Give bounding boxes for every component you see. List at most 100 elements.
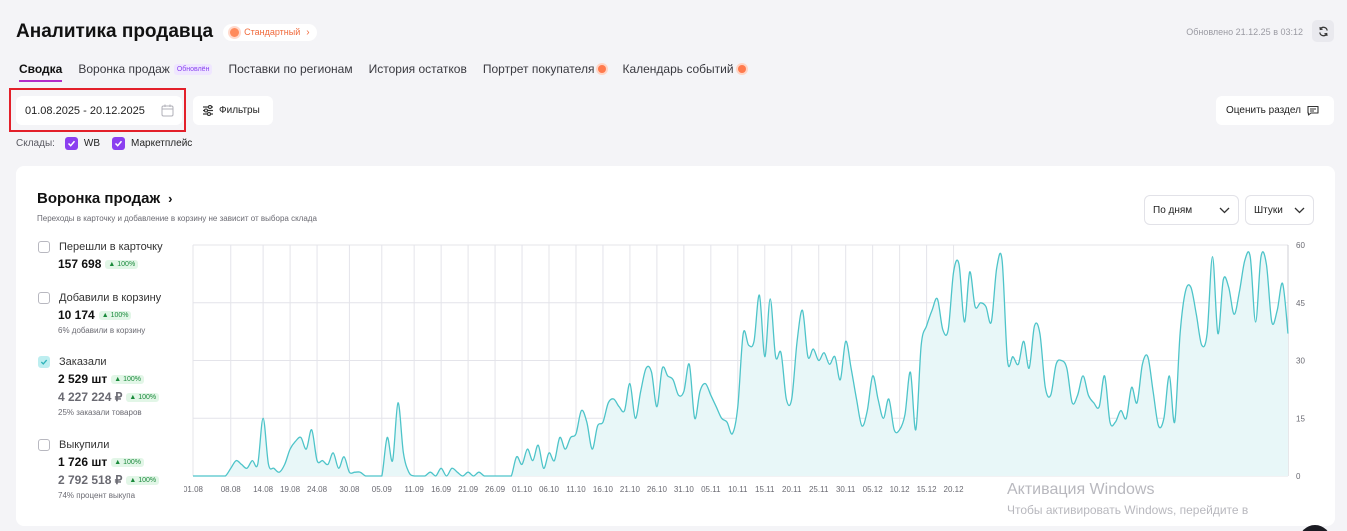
tab-label: Календарь событий	[622, 62, 734, 76]
tier-label: Стандартный	[244, 27, 301, 37]
y-tick-label: 45	[1296, 299, 1305, 308]
x-tick-label: 26.10	[647, 485, 668, 494]
card-title[interactable]: Воронка продаж ›	[37, 190, 172, 207]
check-icon	[67, 140, 75, 147]
rate-section-button[interactable]: Оценить раздел	[1216, 96, 1334, 125]
x-tick-label: 20.12	[944, 485, 965, 494]
metric-label: Выкупили	[59, 439, 110, 451]
section-tabs: Сводка Воронка продаж Обновлён Поставки …	[19, 58, 762, 82]
x-tick-label: 25.11	[809, 485, 829, 494]
tier-badge[interactable]: Стандартный ›	[223, 23, 317, 41]
change-value: 100%	[138, 476, 157, 484]
x-tick-label: 06.10	[539, 485, 560, 494]
x-tick-label: 15.12	[917, 485, 938, 494]
orders-chart: 0 15 30 45 60 01.08 08.08 14.08 19.08 24.08 30.08 0…	[184, 241, 1305, 494]
units-select[interactable]: Штуки	[1245, 195, 1314, 225]
x-tick-label: 05.11	[701, 485, 721, 494]
watermark-subtitle: Чтобы активировать Windows, перейдите в	[1007, 503, 1249, 517]
y-tick-label: 60	[1296, 241, 1305, 250]
metric-label: Заказали	[59, 356, 107, 368]
x-tick-label: 21.09	[458, 485, 479, 494]
change-badge: ▲ 100%	[111, 374, 145, 384]
tab-sales-funnel[interactable]: Воронка продаж Обновлён	[78, 58, 213, 80]
metric-checkbox[interactable]	[38, 241, 50, 253]
x-tick-label: 11.09	[404, 485, 424, 494]
new-dot-icon	[737, 65, 746, 73]
metric-note: 74% процент выкупа	[58, 491, 136, 500]
x-tick-label: 21.10	[620, 485, 641, 494]
change-value: 100%	[117, 260, 136, 268]
metric-checkbox[interactable]	[38, 439, 50, 451]
x-tick-label: 15.11	[755, 485, 775, 494]
x-tick-label: 05.12	[863, 485, 884, 494]
metric-checkbox[interactable]	[38, 292, 50, 304]
tab-label: Портрет покупателя	[482, 62, 595, 76]
warehouse-marketplace-checkbox[interactable]	[112, 137, 126, 150]
card-title-text: Воронка продаж	[37, 190, 161, 207]
feedback-icon	[1307, 105, 1319, 116]
metric-value-rub: 2 792 518 ₽	[58, 473, 123, 487]
filters-button[interactable]: Фильтры	[193, 96, 273, 125]
watermark-title: Активация Windows	[1007, 481, 1155, 498]
card-subtitle: Переходы в карточку и добавление в корзи…	[37, 214, 317, 223]
metric-purchased: Выкупили 1 726 шт ▲ 100% 2 792 518 ₽ ▲ 100…	[38, 439, 160, 500]
x-tick-label: 20.11	[782, 485, 802, 494]
date-range-input[interactable]: 01.08.2025 - 20.12.2025	[16, 96, 182, 125]
metric-add-to-cart: Добавили в корзину 10 174 ▲ 100% 6% добав…	[38, 292, 161, 335]
chevron-right-icon: ›	[306, 26, 310, 38]
y-tick-label: 0	[1296, 472, 1301, 481]
metric-card-views: Перешли в карточку 157 698 ▲ 100%	[38, 241, 163, 271]
filters-label: Фильтры	[219, 105, 260, 116]
warehouse-wb-label: WB	[83, 138, 101, 149]
metric-value: 10 174	[58, 308, 95, 322]
x-tick-label: 16.10	[593, 485, 614, 494]
filters-icon	[203, 105, 213, 116]
metric-value: 157 698	[58, 257, 102, 271]
metric-value-rub: 4 227 224 ₽	[58, 390, 123, 404]
tab-summary[interactable]: Сводка	[19, 58, 63, 82]
warehouse-wb-checkbox[interactable]	[64, 137, 78, 150]
x-tick-label: 11.10	[566, 485, 586, 494]
x-tick-label: 01.10	[512, 485, 533, 494]
x-tick-label: 05.09	[372, 485, 393, 494]
period-select[interactable]: По дням	[1144, 195, 1239, 225]
change-badge: ▲ 100%	[111, 457, 145, 467]
metric-note: 25% заказали товаров	[58, 408, 142, 417]
tab-buyer-portrait[interactable]: Портрет покупателя	[483, 58, 607, 80]
tab-regional-supplies[interactable]: Поставки по регионам	[228, 58, 352, 80]
sales-funnel-card: Воронка продаж › Переходы в карточку и д…	[16, 166, 1335, 526]
updated-timestamp: Обновлено 21.12.25 в 03:12	[1186, 27, 1303, 37]
period-select-value: По дням	[1153, 204, 1193, 216]
tab-stock-history[interactable]: История остатков	[369, 58, 467, 80]
rate-label: Оценить раздел	[1226, 105, 1301, 116]
tab-label: История остатков	[368, 62, 467, 76]
tab-events-calendar[interactable]: Календарь событий	[622, 58, 746, 80]
tab-label: Поставки по регионам	[228, 62, 353, 76]
change-value: 100%	[123, 458, 142, 466]
metric-value: 2 529 шт	[58, 372, 108, 386]
change-badge: ▲ 100%	[105, 259, 139, 269]
windows-activation-watermark: Активация Windows Чтобы активировать Win…	[1007, 481, 1248, 517]
x-tick-label: 31.10	[674, 485, 695, 494]
x-tick-label: 24.08	[307, 485, 328, 494]
units-select-value: Штуки	[1254, 204, 1283, 216]
x-tick-label: 26.09	[485, 485, 506, 494]
new-dot-icon	[598, 65, 607, 73]
warehouse-marketplace-label: Маркетплейс	[131, 138, 193, 149]
date-range-value: 01.08.2025 - 20.12.2025	[25, 104, 145, 117]
metric-checkbox[interactable]	[38, 356, 50, 368]
tier-dot-icon	[230, 27, 240, 37]
chevron-down-icon	[1219, 207, 1230, 213]
x-tick-label: 16.09	[431, 485, 452, 494]
x-tick-label: 14.08	[253, 485, 274, 494]
y-tick-label: 15	[1296, 414, 1305, 423]
metric-note: 6% добавили в корзину	[58, 326, 146, 335]
page-header: Аналитика продавца Стандартный ›	[16, 20, 317, 44]
refresh-button[interactable]	[1312, 20, 1334, 42]
metric-label: Добавили в корзину	[59, 292, 162, 304]
x-tick-label: 30.08	[339, 485, 360, 494]
calendar-icon	[161, 104, 174, 117]
tab-label: Сводка	[19, 62, 63, 76]
change-value: 100%	[123, 375, 142, 383]
change-badge: ▲ 100%	[126, 392, 160, 402]
